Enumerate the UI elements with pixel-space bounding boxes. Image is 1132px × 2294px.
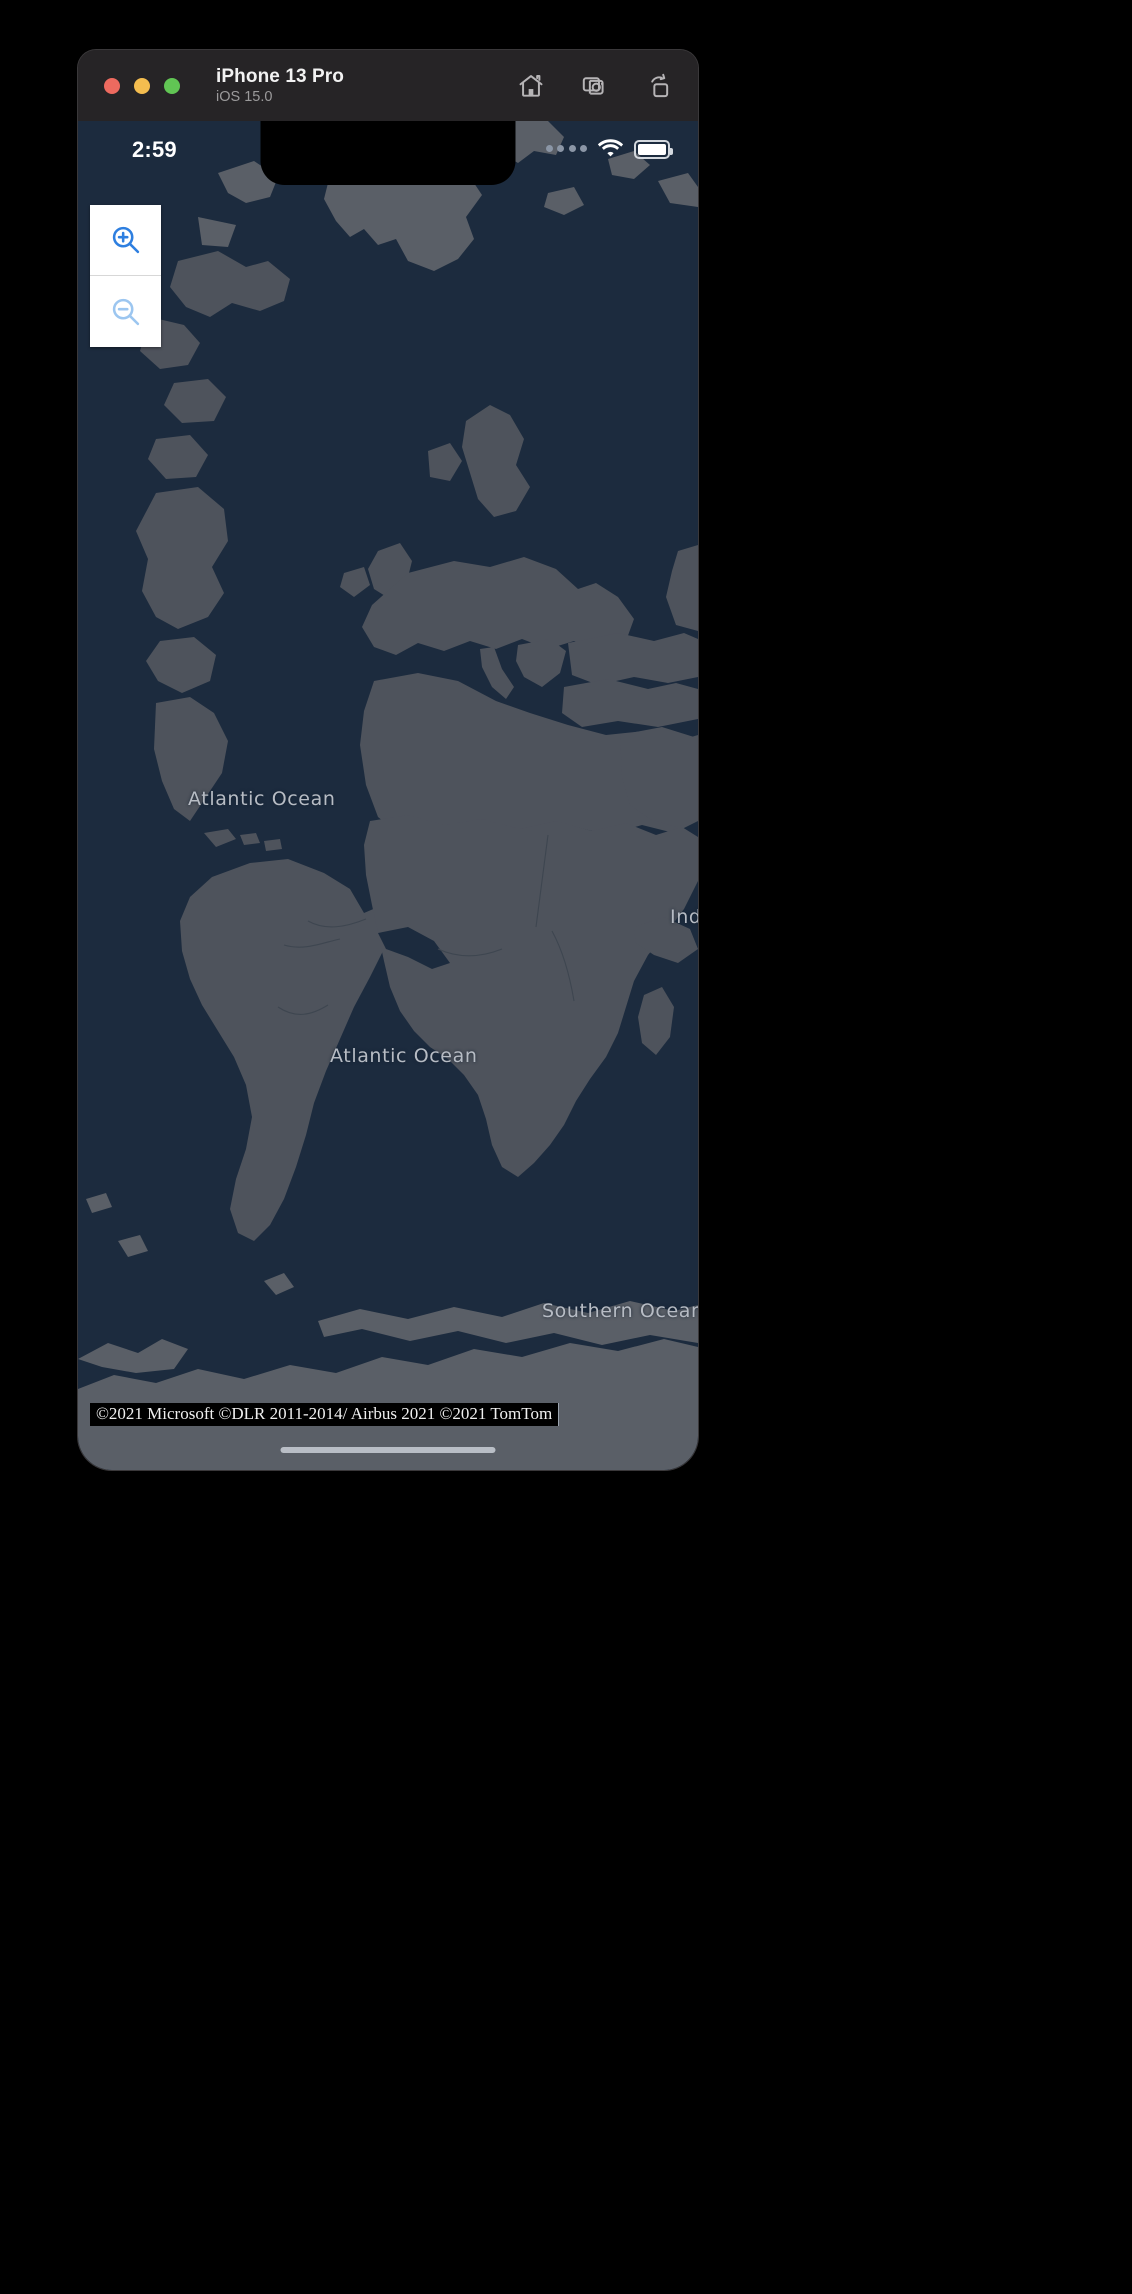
battery-icon xyxy=(634,139,673,159)
maximize-button[interactable] xyxy=(164,77,180,94)
screenshot-icon xyxy=(581,72,609,100)
simulator-window: iPhone 13 Pro iOS 15.0 Atlantic Ocean At… xyxy=(78,50,698,1470)
screenshot-root: iPhone 13 Pro iOS 15.0 Atlantic Ocean At… xyxy=(0,0,1132,2294)
home-icon xyxy=(517,72,545,100)
rotate-button[interactable] xyxy=(642,69,676,103)
close-button[interactable] xyxy=(104,77,120,94)
map-attribution: ©2021 Microsoft ©DLR 2011-2014/ Airbus 2… xyxy=(90,1403,560,1426)
rotate-icon xyxy=(645,72,673,100)
status-bar: 2:59 xyxy=(78,121,698,185)
device-os-version: iOS 15.0 xyxy=(216,89,273,106)
minimize-button[interactable] xyxy=(134,77,150,94)
map-zoom-controls xyxy=(90,205,161,347)
home-button[interactable] xyxy=(514,69,548,103)
signal-dots-icon xyxy=(545,144,587,154)
phone-screen: Atlantic Ocean Atlantic Ocean Southern O… xyxy=(78,121,698,1470)
status-indicators xyxy=(545,136,673,162)
device-name: iPhone 13 Pro xyxy=(216,65,345,87)
traffic-light-buttons xyxy=(104,77,180,94)
magnifier-plus-icon xyxy=(109,223,143,257)
status-time: 2:59 xyxy=(132,137,177,162)
zoom-out-button[interactable] xyxy=(90,276,161,347)
notch xyxy=(260,121,516,185)
magnifier-minus-icon xyxy=(109,295,143,329)
window-toolbar xyxy=(514,50,676,121)
map-canvas[interactable]: Atlantic Ocean Atlantic Ocean Southern O… xyxy=(78,121,698,1470)
window-titlebar: iPhone 13 Pro iOS 15.0 xyxy=(78,50,698,121)
home-indicator[interactable] xyxy=(280,1447,496,1453)
zoom-in-button[interactable] xyxy=(90,205,161,276)
screenshot-button[interactable] xyxy=(578,69,612,103)
window-title-block: iPhone 13 Pro iOS 15.0 xyxy=(216,66,344,106)
wifi-icon xyxy=(597,137,624,162)
